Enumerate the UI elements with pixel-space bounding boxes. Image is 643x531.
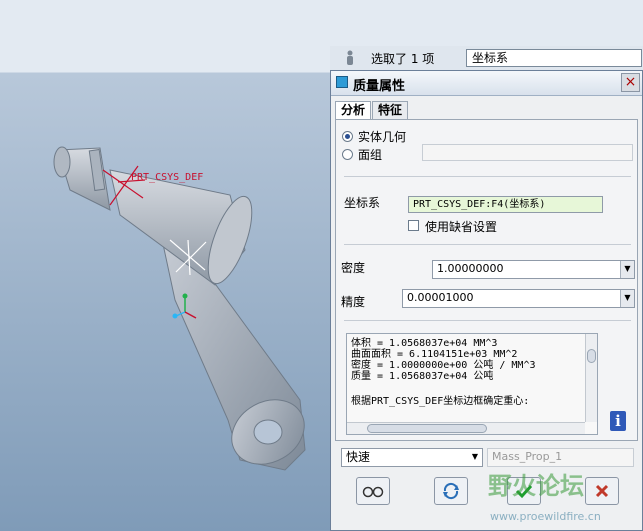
accuracy-value: 0.00001000 — [407, 291, 474, 304]
density-label: 密度 — [341, 261, 366, 275]
csys-collector[interactable]: PRT_CSYS_DEF:F4(坐标系) — [408, 196, 603, 213]
scroll-thumb[interactable] — [587, 349, 596, 363]
chevron-down-icon[interactable]: ▼ — [620, 290, 634, 307]
horizontal-scrollbar[interactable] — [347, 422, 585, 434]
vertical-scrollbar[interactable] — [585, 334, 597, 422]
x-icon — [595, 484, 609, 498]
mass-properties-dialog: 质量属性 × 分析 特征 实体几何 面组 坐标系 PRT_CSYS_DEF:F4… — [330, 70, 643, 531]
close-button[interactable]: × — [621, 73, 640, 92]
result-center-of-gravity: 根据PRT_CSYS_DEF坐标边框确定重心: — [351, 396, 530, 407]
solid-geometry-label: 实体几何 — [358, 130, 407, 144]
results-text-area[interactable]: 体积 = 1.0568037e+04 MM^3 曲面面积 = 6.1104151… — [346, 333, 598, 435]
preview-button[interactable] — [356, 477, 390, 505]
repeat-icon — [443, 482, 459, 500]
selection-status: 选取了 1 项 — [371, 52, 435, 66]
result-surface-area: 曲面面积 = 6.1104151e+03 MM^2 — [351, 349, 518, 360]
use-default-checkbox[interactable] — [408, 220, 419, 231]
glasses-icon — [362, 486, 384, 498]
part-model[interactable] — [0, 0, 330, 531]
divider — [344, 244, 631, 245]
tab-analysis[interactable]: 分析 — [335, 101, 371, 120]
use-default-label: 使用缺省设置 — [425, 220, 498, 234]
dialog-titlebar[interactable]: 质量属性 × — [331, 71, 642, 96]
quilt-input[interactable] — [422, 144, 633, 161]
repeat-button[interactable] — [434, 477, 468, 505]
cancel-button[interactable] — [585, 477, 619, 505]
info-icon[interactable]: i — [610, 411, 626, 431]
result-volume: 体积 = 1.0568037e+04 MM^3 — [351, 338, 498, 349]
divider — [344, 320, 631, 321]
scroll-thumb[interactable] — [367, 424, 487, 433]
result-density: 密度 = 1.0000000e+00 公吨 / MM^3 — [351, 360, 536, 371]
watermark-url: www.proewildfire.cn — [490, 510, 601, 523]
chevron-down-icon[interactable]: ▼ — [620, 261, 634, 278]
accuracy-label: 精度 — [341, 295, 366, 309]
divider — [344, 176, 631, 177]
selection-filter-dropdown[interactable]: 坐标系 — [466, 49, 642, 67]
density-value: 1.00000000 — [437, 262, 504, 275]
csys-field-label: 坐标系 — [344, 196, 381, 210]
mode-value: 快速 — [346, 450, 371, 464]
dialog-app-icon — [336, 76, 348, 88]
mode-dropdown[interactable]: 快速 ▼ — [341, 448, 483, 467]
accuracy-dropdown[interactable]: 0.00001000 ▼ — [402, 289, 635, 308]
person-icon — [347, 50, 353, 65]
csys-label: PRT_CSYS_DEF — [131, 172, 204, 183]
chevron-down-icon[interactable]: ▼ — [468, 449, 482, 466]
density-dropdown[interactable]: 1.00000000 ▼ — [432, 260, 635, 279]
dialog-title: 质量属性 — [353, 79, 406, 94]
quilt-label: 面组 — [358, 148, 383, 162]
feature-name-input[interactable]: Mass_Prop_1 — [487, 448, 634, 467]
watermark: 野火论坛 — [488, 472, 584, 500]
result-mass: 质量 = 1.0568037e+04 公吨 — [351, 371, 494, 382]
quilt-radio[interactable] — [342, 149, 353, 160]
tab-feature[interactable]: 特征 — [372, 101, 408, 119]
solid-geometry-radio[interactable] — [342, 131, 353, 142]
